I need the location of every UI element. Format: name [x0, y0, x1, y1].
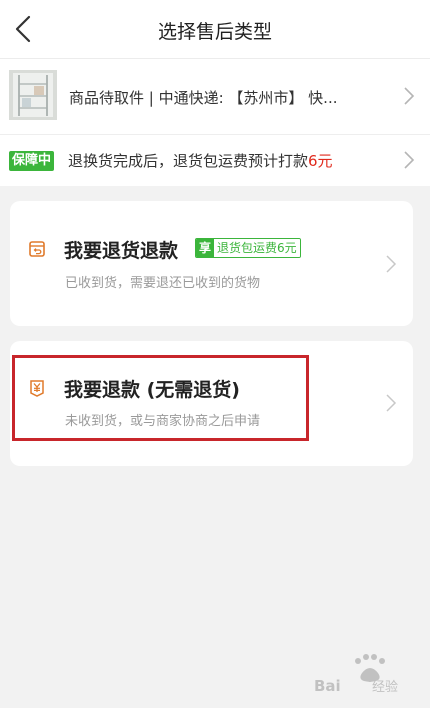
svg-text:经验: 经验: [372, 679, 398, 695]
guarantee-badge: 保障中: [9, 151, 55, 171]
yuan-receipt-icon: [30, 380, 44, 397]
option-subtitle: 已收到货，需要退还已收到的货物: [65, 276, 261, 291]
guarantee-description: 退换货完成后，退货包运费预计打款: [68, 152, 309, 170]
chevron-right-icon: [404, 151, 415, 169]
baidu-watermark-logo: Bai 经验: [314, 654, 398, 695]
chevron-right-icon: [404, 87, 415, 105]
product-thumbnail: [9, 70, 57, 120]
nav-bar: 选择售后类型: [0, 0, 430, 58]
promo-prefix: 享: [196, 239, 215, 257]
svg-text:Bai: Bai: [314, 677, 341, 695]
option-refund-only[interactable]: [10, 341, 413, 466]
option-title: 我要退货退款: [64, 240, 179, 262]
order-status-text: 商品待取件 | 中通快递: 【苏州市】 快...: [69, 89, 338, 107]
guarantee-amount: 6元: [308, 152, 333, 170]
chevron-right-icon: [386, 255, 397, 273]
page-title: 选择售后类型: [157, 21, 272, 43]
option-return-refund[interactable]: [10, 201, 413, 326]
guarantee-text: 退换货完成后，退货包运费预计打款6元: [68, 150, 333, 171]
promo-text: 退货包运费6元: [214, 239, 300, 257]
return-box-icon: [29, 241, 45, 257]
option-title: 我要退款 (无需退货): [64, 379, 240, 401]
chevron-right-icon: [386, 394, 397, 412]
shipping-promo-badge: 享 退货包运费6元: [195, 238, 301, 258]
option-subtitle: 未收到货，或与商家协商之后申请: [65, 414, 261, 429]
